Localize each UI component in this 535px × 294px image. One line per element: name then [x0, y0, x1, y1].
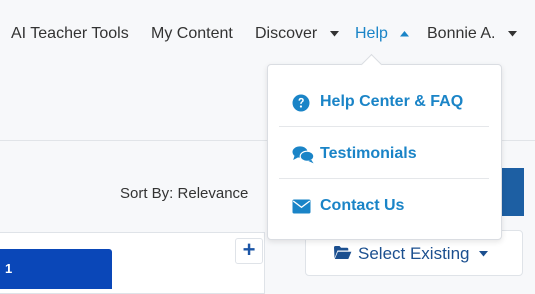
- plus-icon: +: [242, 237, 256, 262]
- nav-my-content-label: My Content: [151, 25, 233, 42]
- nav-help[interactable]: Help: [355, 24, 410, 44]
- add-button[interactable]: +: [235, 238, 263, 264]
- chevron-down-icon: [479, 251, 488, 257]
- folder-open-icon: [334, 246, 352, 259]
- sort-label: Sort By: Relevance: [120, 185, 249, 202]
- chevron-up-icon: [400, 30, 410, 37]
- card-tab[interactable]: 1: [0, 249, 112, 289]
- nav-user-name: Bonnie A.: [427, 25, 496, 42]
- select-existing-label: Select Existing: [358, 244, 470, 263]
- menu-separator: [279, 178, 489, 179]
- nav-discover[interactable]: Discover: [255, 24, 339, 44]
- sort-dropdown[interactable]: Sort By: Relevance: [120, 185, 248, 202]
- nav-help-label: Help: [355, 25, 388, 42]
- question-circle-icon: [292, 94, 310, 112]
- menu-item-help-center-label: Help Center & FAQ: [320, 93, 464, 110]
- nav-ai-teacher-tools[interactable]: AI Teacher Tools: [11, 24, 129, 44]
- menu-item-contact-us-label: Contact Us: [320, 197, 405, 214]
- chevron-down-icon: [329, 30, 339, 37]
- chevron-down-icon: [507, 30, 517, 37]
- nav-my-content[interactable]: My Content: [151, 24, 233, 44]
- comments-icon: [292, 146, 315, 164]
- menu-item-testimonials-label: Testimonials: [320, 145, 417, 162]
- nav-discover-label: Discover: [255, 25, 318, 42]
- nav-user-menu[interactable]: Bonnie A.: [427, 24, 517, 44]
- top-navigation: AI Teacher Tools My Content Discover Hel…: [0, 0, 535, 66]
- nav-ai-teacher-tools-label: AI Teacher Tools: [11, 25, 129, 42]
- envelope-icon: [292, 199, 311, 214]
- menu-separator: [279, 126, 489, 127]
- card-tab-label: 1: [5, 261, 13, 276]
